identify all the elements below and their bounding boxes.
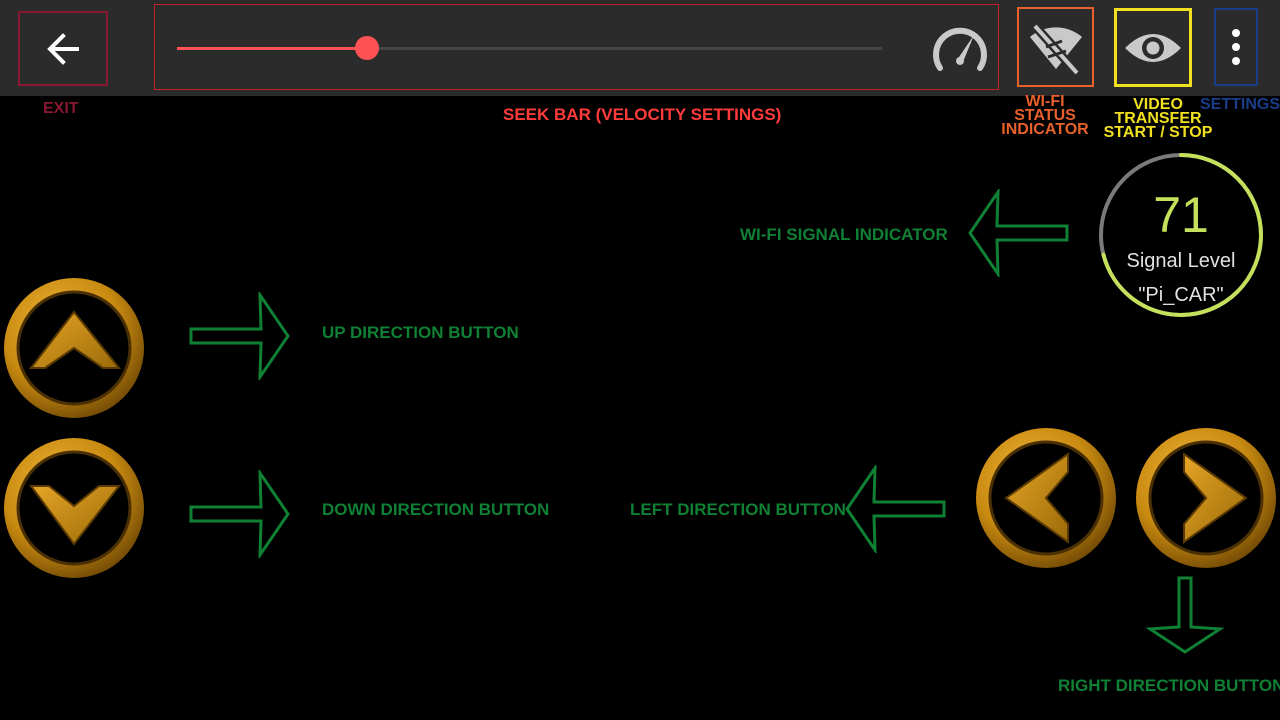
seek-bar-label: SEEK BAR (VELOCITY SETTINGS) [503,105,782,124]
arrow-right-icon [189,292,290,380]
video-transfer-toggle[interactable] [1114,8,1192,87]
down-direction-button[interactable] [0,432,150,584]
eye-icon [1125,33,1181,62]
exit-button[interactable] [18,11,108,86]
arrow-left-icon [968,189,1069,277]
right-direction-label: RIGHT DIRECTION BUTTON [1058,676,1280,695]
wifi-status-indicator[interactable] [1017,7,1094,87]
left-direction-label: LEFT DIRECTION BUTTON [630,500,846,519]
exit-label: EXIT [43,100,79,117]
signal-title: Signal Level [1126,250,1236,272]
speedometer-icon [933,27,987,71]
settings-menu-button[interactable] [1214,8,1258,86]
video-transfer-label: VIDEO TRANSFER START / STOP [1103,96,1213,141]
right-direction-button[interactable] [1130,422,1280,574]
wifi-status-label: WI-FI STATUS INDICATOR [1001,93,1089,138]
seek-bar-track[interactable] [177,36,882,60]
arrow-right-icon [189,470,290,558]
arrow-left-icon [845,465,946,553]
wifi-signal-label: WI-FI SIGNAL INDICATOR [740,225,948,244]
signal-ssid: "Pi_CAR" [1138,284,1224,306]
wifi-signal-gauge: 71 Signal Level "Pi_CAR" [1098,152,1264,318]
up-direction-button[interactable] [0,272,150,424]
arrow-back-icon [47,32,79,65]
up-direction-label: UP DIRECTION BUTTON [322,323,519,342]
seek-bar-thumb[interactable] [355,36,380,60]
settings-label: SETTINGS [1200,96,1280,113]
down-direction-label: DOWN DIRECTION BUTTON [322,500,550,519]
wifi-off-icon [1029,23,1082,76]
arrow-down-icon [1145,576,1225,654]
left-direction-button[interactable] [970,422,1122,574]
more-vert-icon [1232,29,1240,65]
signal-value: 71 [1153,187,1209,243]
seek-bar-container [154,4,999,90]
seek-bar-fill [177,47,368,50]
